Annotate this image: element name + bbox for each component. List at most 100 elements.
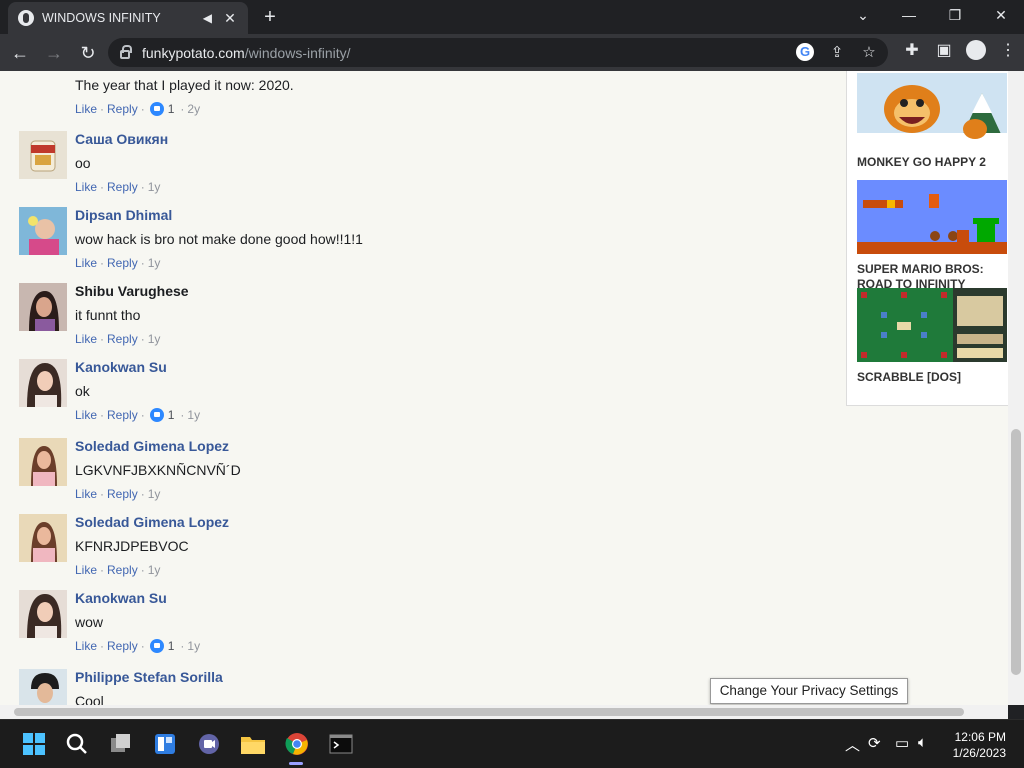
clock-date: 1/26/2023 bbox=[952, 746, 1006, 760]
windows-taskbar: ︿ ⟳ ▭ 🔈︎ 12:06 PM 1/26/2023 bbox=[0, 719, 1024, 768]
reply-link[interactable]: Reply bbox=[107, 408, 138, 422]
site-favicon-icon bbox=[18, 10, 34, 26]
widgets-icon[interactable] bbox=[151, 730, 179, 758]
comment-time[interactable]: 1y bbox=[148, 563, 161, 577]
like-link[interactable]: Like bbox=[75, 256, 97, 270]
browser-tab[interactable]: WINDOWS INFINITY ◀︎ ✕ bbox=[8, 2, 248, 34]
like-link[interactable]: Like bbox=[75, 332, 97, 346]
share-icon[interactable]: ⇪ bbox=[828, 43, 846, 61]
restore-button[interactable]: ❐ bbox=[932, 0, 978, 32]
comment-author[interactable]: Kanokwan Su bbox=[75, 590, 200, 606]
extensions-puzzle-icon[interactable]: ✚ bbox=[902, 40, 922, 60]
google-lens-icon[interactable]: G bbox=[796, 43, 814, 61]
reply-link[interactable]: Reply bbox=[107, 563, 138, 577]
network-icon[interactable]: ▭ bbox=[895, 734, 909, 752]
comment-author[interactable]: Kanokwan Su bbox=[75, 359, 200, 375]
reply-link[interactable]: Reply bbox=[107, 180, 138, 194]
system-clock[interactable]: 12:06 PM 1/26/2023 bbox=[953, 729, 1006, 761]
like-link[interactable]: Like bbox=[75, 180, 97, 194]
profile-avatar-icon[interactable] bbox=[966, 40, 986, 60]
game-thumbnail[interactable] bbox=[857, 180, 1007, 254]
like-link[interactable]: Like bbox=[75, 408, 97, 422]
like-link[interactable]: Like bbox=[75, 639, 97, 653]
privacy-settings-button[interactable]: Change Your Privacy Settings bbox=[710, 678, 908, 704]
avatar[interactable] bbox=[19, 207, 67, 255]
comment-author[interactable]: Shibu Varughese bbox=[75, 283, 189, 299]
search-icon[interactable] bbox=[63, 730, 91, 758]
vertical-scrollbar-thumb[interactable] bbox=[1011, 429, 1021, 675]
comment-author[interactable]: Саша Овикян bbox=[75, 131, 168, 147]
sync-icon[interactable]: ⟳ bbox=[868, 734, 881, 752]
avatar[interactable] bbox=[19, 669, 67, 705]
terminal-icon[interactable] bbox=[327, 730, 355, 758]
like-thumb-icon bbox=[149, 408, 164, 422]
tab-search-button[interactable]: ⌄ bbox=[840, 0, 886, 32]
horizontal-scrollbar[interactable] bbox=[0, 705, 1008, 719]
file-explorer-icon[interactable] bbox=[239, 730, 267, 758]
tab-close-button[interactable]: ✕ bbox=[222, 10, 238, 27]
like-link[interactable]: Like bbox=[75, 563, 97, 577]
comment-text: wow bbox=[75, 614, 104, 630]
comment-time[interactable]: 1y bbox=[148, 180, 161, 194]
comment-author[interactable]: Soledad Gimena Lopez bbox=[75, 438, 241, 454]
new-tab-button[interactable]: + bbox=[258, 6, 282, 30]
game-card[interactable]: SCRABBLE [DOS] bbox=[857, 288, 1007, 385]
chevron-up-icon[interactable]: ︿ bbox=[845, 734, 860, 755]
game-title[interactable]: SCRABBLE [DOS] bbox=[857, 370, 1007, 385]
url-path: /windows-infinity/ bbox=[244, 44, 351, 61]
comment-author[interactable]: Soledad Gimena Lopez bbox=[75, 514, 229, 530]
game-card[interactable]: SUPER MARIO BROS: ROAD TO INFINITY bbox=[857, 180, 1007, 292]
comment-author[interactable]: Philippe Stefan Sorilla bbox=[75, 669, 223, 685]
close-window-button[interactable]: ✕ bbox=[978, 0, 1024, 32]
speaker-icon[interactable]: ◀︎ bbox=[203, 11, 212, 25]
comment-actions: Like · Reply · 1y bbox=[75, 332, 161, 346]
back-arrow-icon[interactable]: ← bbox=[6, 39, 34, 67]
game-title[interactable]: MONKEY GO HAPPY 2 bbox=[857, 155, 1007, 170]
reply-link[interactable]: Reply bbox=[107, 102, 138, 116]
game-thumbnail[interactable] bbox=[857, 73, 1007, 147]
like-link[interactable]: Like bbox=[75, 102, 97, 116]
game-thumbnail[interactable] bbox=[857, 288, 1007, 362]
lock-icon[interactable] bbox=[120, 45, 132, 59]
avatar[interactable] bbox=[19, 438, 67, 486]
menu-kebab-icon[interactable]: ⋮ bbox=[998, 40, 1018, 60]
chrome-icon[interactable] bbox=[283, 730, 311, 758]
comment-time[interactable]: 1y bbox=[148, 332, 161, 346]
like-thumb-icon bbox=[149, 639, 164, 653]
teams-chat-icon[interactable] bbox=[195, 730, 223, 758]
avatar[interactable] bbox=[19, 131, 67, 179]
side-panel-icon[interactable]: ▣ bbox=[934, 40, 954, 60]
avatar[interactable] bbox=[19, 359, 67, 407]
comment-author[interactable]: Dipsan Dhimal bbox=[75, 207, 363, 223]
reply-link[interactable]: Reply bbox=[107, 332, 138, 346]
comment-time[interactable]: 1y bbox=[148, 256, 161, 270]
avatar[interactable] bbox=[19, 283, 67, 331]
task-view-icon[interactable] bbox=[107, 730, 135, 758]
windows-start-icon[interactable] bbox=[20, 730, 48, 758]
avatar[interactable] bbox=[19, 590, 67, 638]
comment-actions: Like · Reply · 1y bbox=[75, 180, 161, 194]
comment-time[interactable]: 1y bbox=[187, 639, 200, 653]
avatar[interactable] bbox=[19, 514, 67, 562]
comment-time[interactable]: 2y bbox=[187, 102, 200, 116]
vertical-scrollbar[interactable] bbox=[1008, 71, 1024, 705]
comment-actions: Like · Reply · 1y bbox=[75, 487, 161, 501]
url-domain: funkypotato.com bbox=[142, 44, 245, 61]
browser-toolbar: ← → ↻ funkypotato.com/windows-infinity/ … bbox=[0, 34, 1024, 71]
address-bar[interactable]: funkypotato.com/windows-infinity/ G ⇪ ☆ bbox=[108, 38, 888, 67]
comment-time[interactable]: 1y bbox=[148, 487, 161, 501]
reload-icon[interactable]: ↻ bbox=[74, 39, 102, 67]
comment-actions: Like · Reply · 1 · 2y bbox=[75, 102, 201, 116]
forward-arrow-icon[interactable]: → bbox=[40, 39, 68, 67]
horizontal-scrollbar-thumb[interactable] bbox=[14, 708, 964, 716]
like-link[interactable]: Like bbox=[75, 487, 97, 501]
reply-link[interactable]: Reply bbox=[107, 487, 138, 501]
comment-actions: Like · Reply · 1 · 1y bbox=[75, 408, 201, 422]
game-card[interactable]: MONKEY GO HAPPY 2 bbox=[857, 73, 1007, 170]
volume-icon[interactable]: 🔈︎ bbox=[918, 734, 927, 751]
bookmark-star-icon[interactable]: ☆ bbox=[860, 43, 878, 61]
reply-link[interactable]: Reply bbox=[107, 256, 138, 270]
minimize-button[interactable]: — bbox=[886, 0, 932, 32]
comment-time[interactable]: 1y bbox=[187, 408, 200, 422]
reply-link[interactable]: Reply bbox=[107, 639, 138, 653]
